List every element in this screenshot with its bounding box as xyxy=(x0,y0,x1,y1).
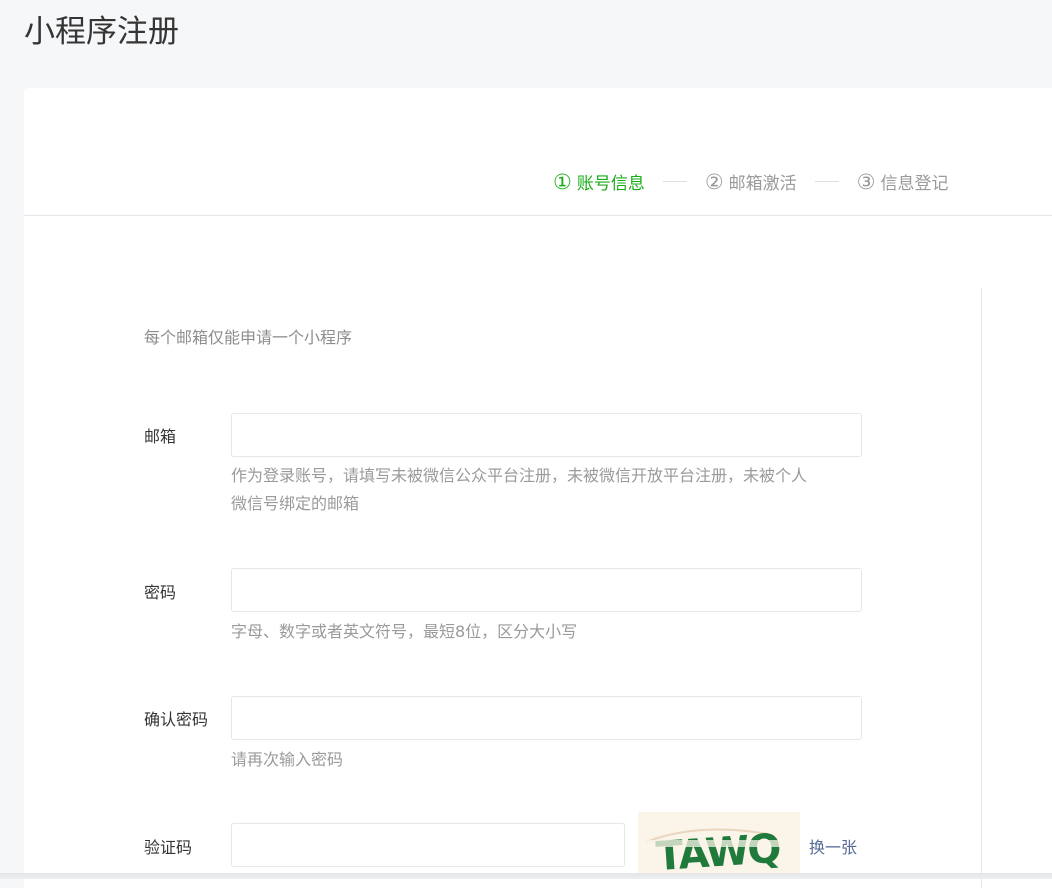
confirm-password-hint: 请再次输入密码 xyxy=(231,750,344,769)
steps-bar: ① 账号信息 ② 邮箱激活 ③ 信息登记 xyxy=(24,88,1052,216)
email-label: 邮箱 xyxy=(144,427,177,446)
page-title: 小程序注册 xyxy=(24,14,179,50)
captcha-image[interactable]: TAWQ xyxy=(638,812,800,880)
bottom-edge xyxy=(0,873,1052,879)
step-number: ② xyxy=(704,169,724,194)
step-indicator: ① 账号信息 ② 邮箱激活 ③ 信息登记 xyxy=(553,169,949,195)
vertical-divider xyxy=(981,288,982,888)
email-hint-line: 作为登录账号，请填写未被微信公众平台注册，未被微信开放平台注册，未被个人 xyxy=(231,466,808,485)
step-number: ① xyxy=(553,169,572,194)
confirm-password-input[interactable] xyxy=(231,696,862,740)
captcha-input[interactable] xyxy=(231,823,625,867)
step-info-registration: ③ 信息登记 xyxy=(856,169,949,195)
step-label: 账号信息 xyxy=(576,174,645,194)
step-label: 邮箱激活 xyxy=(728,174,797,194)
registration-card: ① 账号信息 ② 邮箱激活 ③ 信息登记 每个邮箱仅能申请一个小程序 邮箱 作为… xyxy=(24,88,1052,888)
captcha-text: TAWQ xyxy=(655,826,781,878)
confirm-password-label: 确认密码 xyxy=(144,710,209,729)
step-number: ③ xyxy=(856,169,876,194)
password-label: 密码 xyxy=(144,583,177,602)
captcha-refresh-link[interactable]: 换一张 xyxy=(809,834,857,858)
password-input[interactable] xyxy=(231,568,862,612)
email-hint-line: 微信号绑定的邮箱 xyxy=(231,494,360,513)
email-hint: 作为登录账号，请填写未被微信公众平台注册，未被微信开放平台注册，未被个人 微信号… xyxy=(231,462,871,518)
step-account-info: ① 账号信息 xyxy=(553,169,645,195)
form-tip: 每个邮箱仅能申请一个小程序 xyxy=(144,328,353,347)
password-hint: 字母、数字或者英文符号，最短8位，区分大小写 xyxy=(231,622,578,641)
email-input[interactable] xyxy=(231,413,862,457)
step-email-activation: ② 邮箱激活 xyxy=(704,169,797,195)
step-label: 信息登记 xyxy=(880,174,949,194)
step-separator xyxy=(814,181,839,182)
step-separator xyxy=(662,181,687,182)
captcha-graphic: TAWQ xyxy=(638,812,800,880)
captcha-label: 验证码 xyxy=(144,838,193,857)
